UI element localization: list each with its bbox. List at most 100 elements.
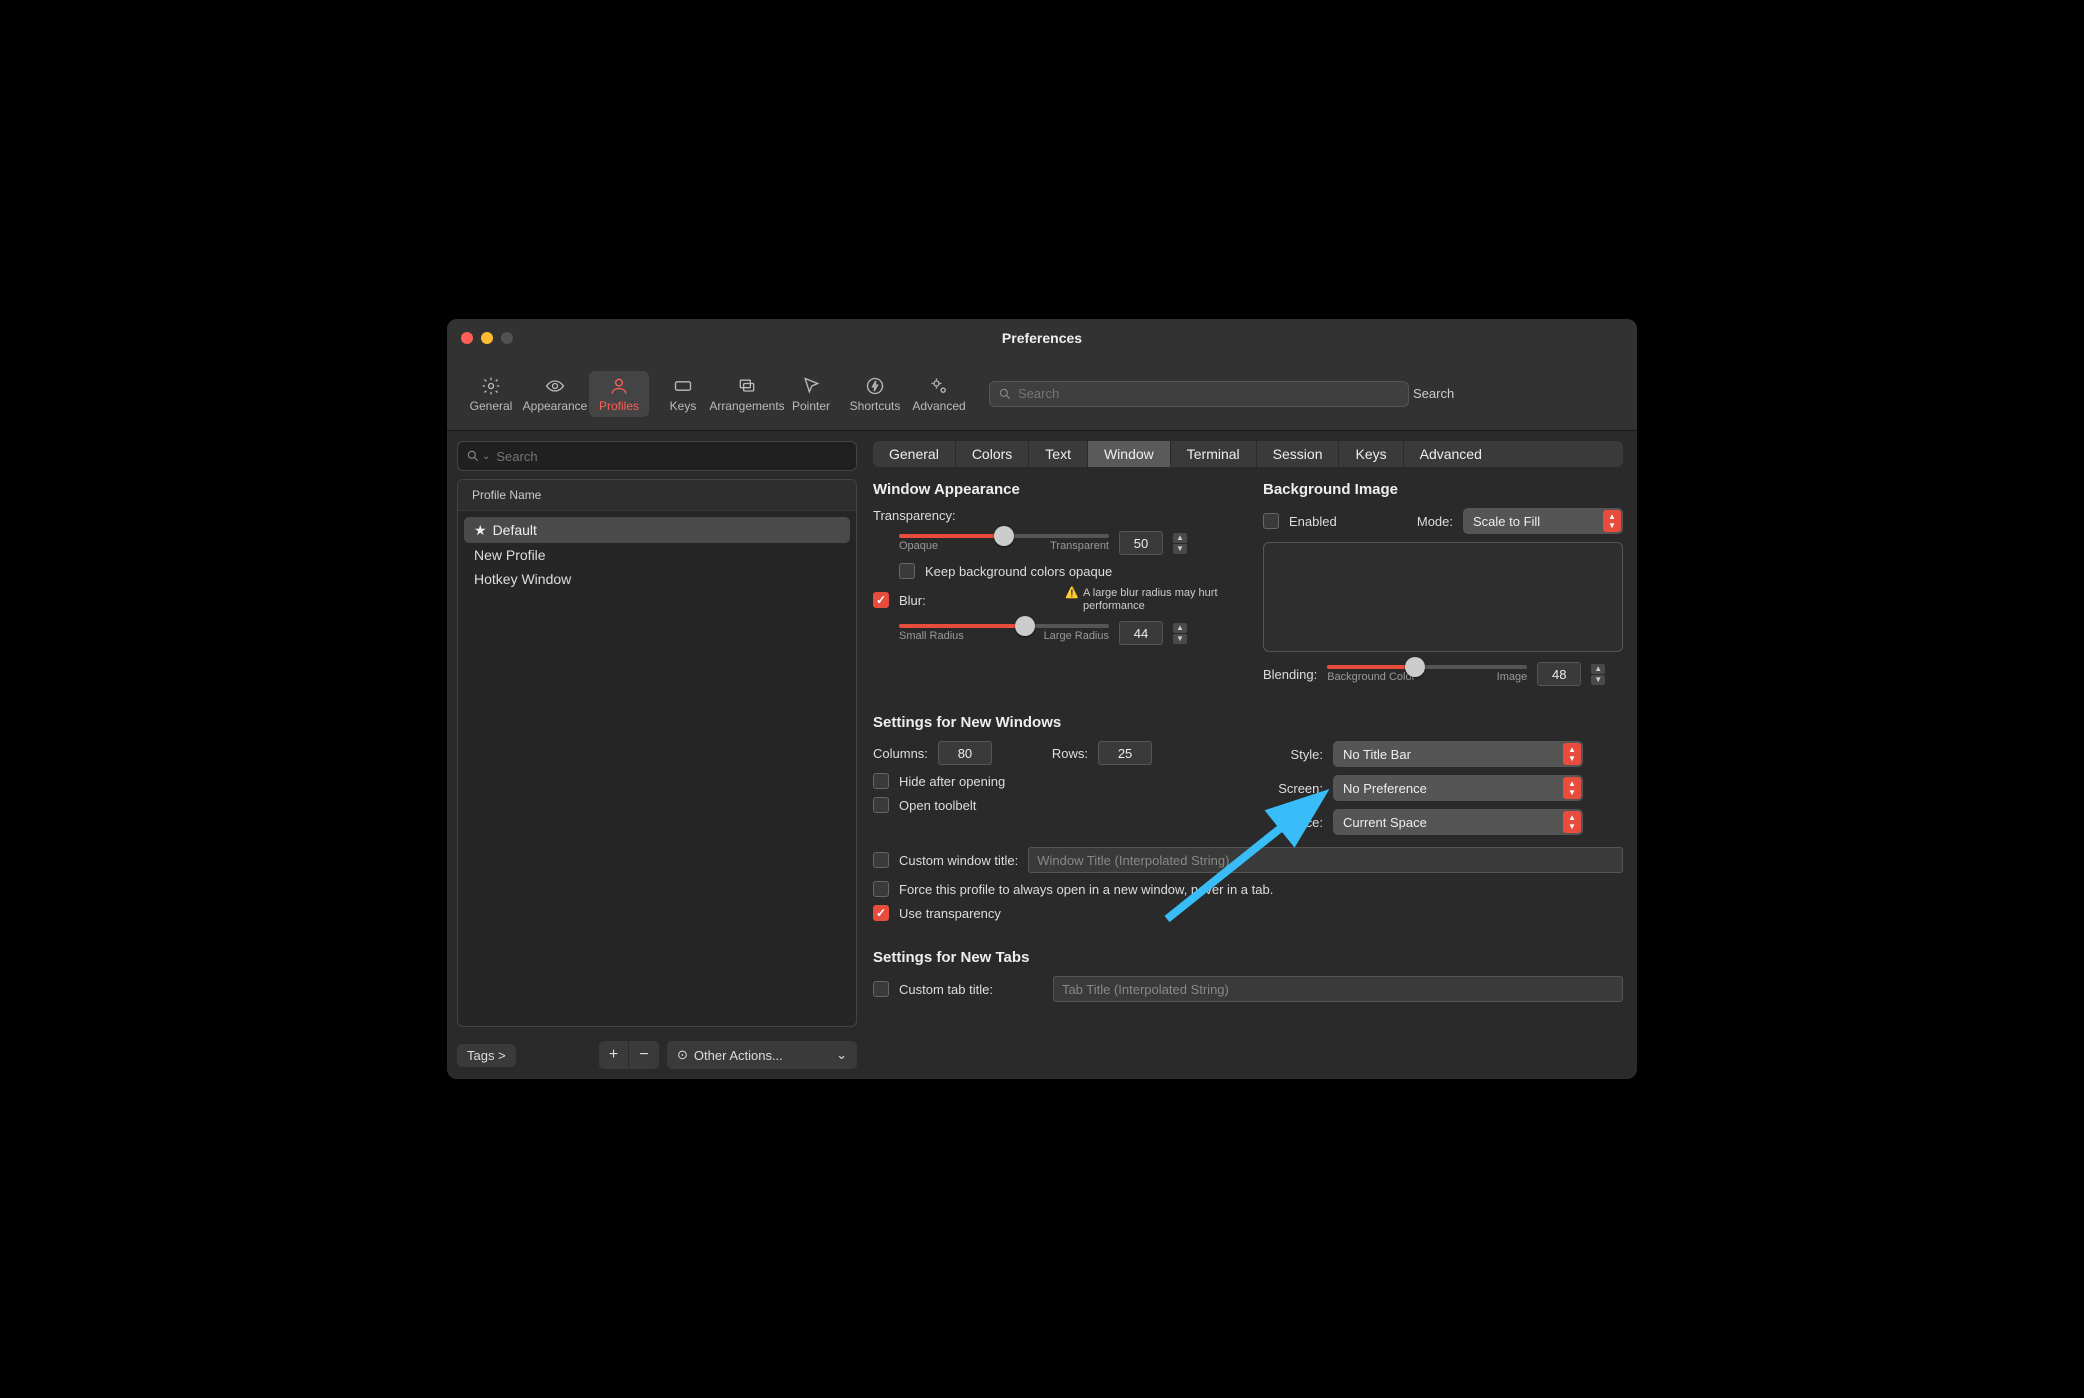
- toolbar-keys[interactable]: Keys: [653, 371, 713, 417]
- custom-tab-title-label: Custom tab title:: [899, 982, 993, 997]
- tab-keys[interactable]: Keys: [1339, 441, 1403, 467]
- style-label: Style:: [1263, 747, 1323, 762]
- profile-row[interactable]: Hotkey Window: [464, 567, 850, 591]
- blur-checkbox[interactable]: [873, 592, 889, 608]
- profile-row[interactable]: ★Default: [464, 517, 850, 543]
- keep-bg-opaque-checkbox[interactable]: [899, 563, 915, 579]
- eye-icon: [545, 376, 565, 396]
- custom-window-title-checkbox[interactable]: [873, 852, 889, 868]
- close-icon[interactable]: [461, 332, 473, 344]
- force-new-window-checkbox[interactable]: [873, 881, 889, 897]
- tab-terminal[interactable]: Terminal: [1171, 441, 1257, 467]
- zoom-icon[interactable]: [501, 332, 513, 344]
- chevron-down-icon: ⌄: [836, 1047, 847, 1063]
- main-panel: GeneralColorsTextWindowTerminalSessionKe…: [867, 431, 1637, 1079]
- space-select[interactable]: Current Space▲▼: [1333, 809, 1583, 835]
- blur-value[interactable]: 44: [1119, 621, 1163, 645]
- cursor-icon: [801, 376, 821, 396]
- toolbar-shortcuts[interactable]: Shortcuts: [845, 371, 905, 417]
- transparency-slider[interactable]: [899, 534, 1109, 538]
- toolbar-search-input[interactable]: [1018, 386, 1400, 401]
- columns-input[interactable]: 80: [938, 741, 992, 765]
- tags-button[interactable]: Tags >: [457, 1044, 516, 1067]
- toolbar-pointer[interactable]: Pointer: [781, 371, 841, 417]
- search-icon: [466, 449, 480, 463]
- bg-enabled-checkbox[interactable]: [1263, 513, 1279, 529]
- minimize-icon[interactable]: [481, 332, 493, 344]
- tab-general[interactable]: General: [873, 441, 956, 467]
- rows-label: Rows:: [1052, 746, 1088, 761]
- section-window-appearance: Window Appearance: [873, 481, 1233, 498]
- add-profile-button[interactable]: +: [599, 1041, 629, 1069]
- sidebar-search-input[interactable]: [496, 449, 848, 464]
- toolbar-profiles[interactable]: Profiles: [589, 371, 649, 417]
- bg-mode-select[interactable]: Scale to Fill ▲▼: [1463, 508, 1623, 534]
- toolbar-search-label: Search: [1413, 386, 1454, 401]
- profile-table: Profile Name ★Default New Profile Hotkey W…: [457, 479, 857, 1027]
- open-toolbelt-checkbox[interactable]: [873, 797, 889, 813]
- custom-tab-title-input[interactable]: Tab Title (Interpolated String): [1053, 976, 1623, 1002]
- section-background-image: Background Image: [1263, 481, 1623, 498]
- profile-table-header[interactable]: Profile Name: [458, 480, 856, 511]
- rows-input[interactable]: 25: [1098, 741, 1152, 765]
- toolbar-search[interactable]: [989, 381, 1409, 407]
- gears-icon: [929, 376, 949, 396]
- profile-row[interactable]: New Profile: [464, 543, 850, 567]
- custom-window-title-label: Custom window title:: [899, 853, 1018, 868]
- profile-row-label: New Profile: [474, 547, 546, 563]
- bg-mode-label: Mode:: [1417, 514, 1453, 529]
- profile-row-label: Hotkey Window: [474, 571, 571, 587]
- profile-row-label: Default: [493, 522, 537, 538]
- preferences-window: Preferences General Appearance Profiles …: [447, 319, 1637, 1079]
- bg-image-well[interactable]: [1263, 542, 1623, 652]
- custom-window-title-input[interactable]: Window Title (Interpolated String): [1028, 847, 1623, 873]
- ellipsis-icon: ⊙: [677, 1047, 688, 1063]
- tab-session[interactable]: Session: [1257, 441, 1340, 467]
- blur-label: Blur:: [899, 593, 926, 608]
- search-icon: [998, 387, 1012, 401]
- sidebar-search[interactable]: ⌄: [457, 441, 857, 471]
- keep-bg-opaque-label: Keep background colors opaque: [925, 564, 1112, 579]
- force-new-window-label: Force this profile to always open in a n…: [899, 882, 1273, 897]
- tab-text[interactable]: Text: [1029, 441, 1088, 467]
- warning-icon: ⚠️: [1065, 587, 1079, 600]
- tab-colors[interactable]: Colors: [956, 441, 1029, 467]
- blending-stepper[interactable]: ▲▼: [1591, 664, 1605, 685]
- window-title: Preferences: [447, 330, 1637, 346]
- bg-enabled-label: Enabled: [1289, 514, 1337, 529]
- gear-icon: [481, 376, 501, 396]
- hide-after-opening-checkbox[interactable]: [873, 773, 889, 789]
- use-transparency-checkbox[interactable]: [873, 905, 889, 921]
- columns-label: Columns:: [873, 746, 928, 761]
- remove-profile-button[interactable]: −: [629, 1041, 659, 1069]
- style-select[interactable]: No Title Bar▲▼: [1333, 741, 1583, 767]
- chevron-down-icon: ⌄: [482, 451, 490, 462]
- custom-tab-title-checkbox[interactable]: [873, 981, 889, 997]
- blending-label: Blending:: [1263, 667, 1317, 682]
- transparency-value[interactable]: 50: [1119, 531, 1163, 555]
- section-new-windows: Settings for New Windows: [873, 714, 1623, 731]
- space-label: Space:: [1263, 815, 1323, 830]
- blending-slider[interactable]: [1327, 665, 1527, 669]
- screen-select[interactable]: No Preference▲▼: [1333, 775, 1583, 801]
- blur-stepper[interactable]: ▲▼: [1173, 623, 1187, 644]
- keyboard-icon: [673, 376, 693, 396]
- blur-slider[interactable]: [899, 624, 1109, 628]
- other-actions-select[interactable]: ⊙ Other Actions... ⌄: [667, 1041, 857, 1069]
- transparency-stepper[interactable]: ▲▼: [1173, 533, 1187, 554]
- screen-label: Screen:: [1263, 781, 1323, 796]
- tab-window[interactable]: Window: [1088, 441, 1171, 467]
- windows-icon: [737, 376, 757, 396]
- toolbar: General Appearance Profiles Keys Arrange…: [447, 357, 1637, 431]
- transparency-label: Transparency:: [873, 508, 956, 523]
- person-icon: [609, 376, 629, 396]
- profile-tabbar: GeneralColorsTextWindowTerminalSessionKe…: [873, 441, 1623, 467]
- toolbar-advanced[interactable]: Advanced: [909, 371, 969, 417]
- tab-advanced[interactable]: Advanced: [1404, 441, 1498, 467]
- toolbar-appearance[interactable]: Appearance: [525, 371, 585, 417]
- blending-value[interactable]: 48: [1537, 662, 1581, 686]
- use-transparency-label: Use transparency: [899, 906, 1001, 921]
- toolbar-general[interactable]: General: [461, 371, 521, 417]
- titlebar: Preferences: [447, 319, 1637, 357]
- toolbar-arrangements[interactable]: Arrangements: [717, 371, 777, 417]
